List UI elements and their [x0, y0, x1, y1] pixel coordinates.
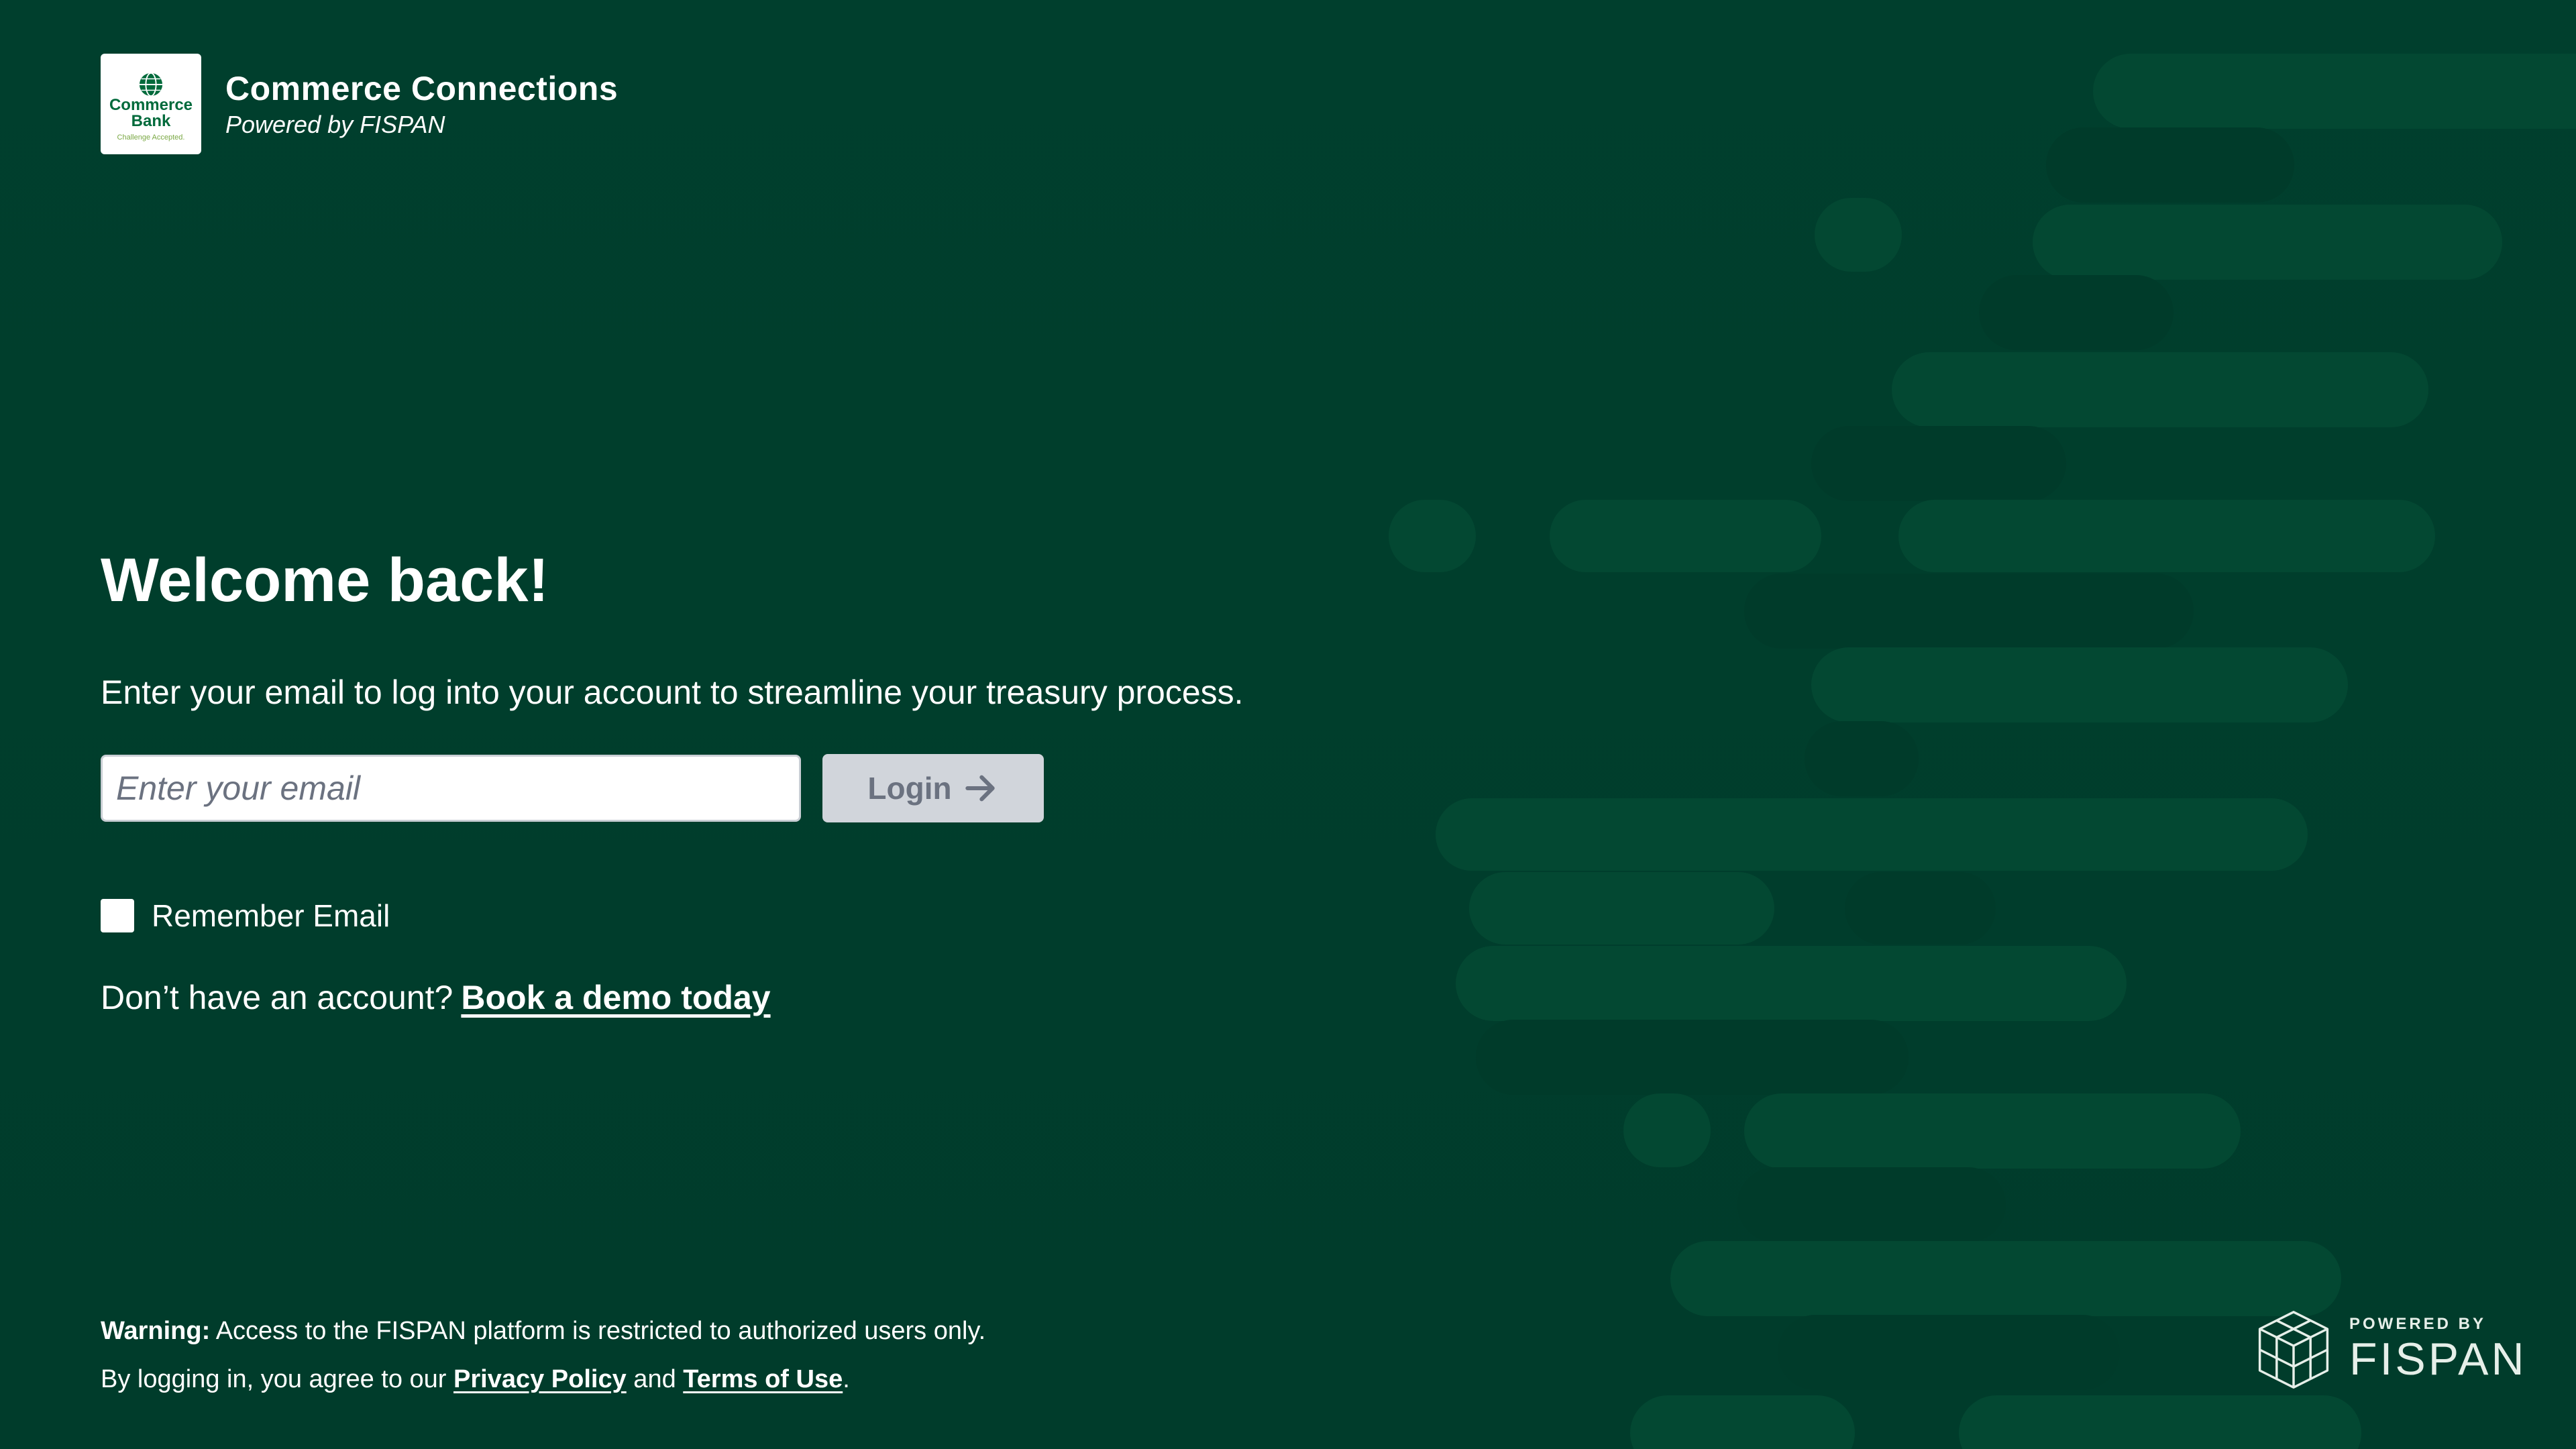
terms-of-use-link[interactable]: Terms of Use [683, 1365, 843, 1393]
login-form: Welcome back! Enter your email to log in… [101, 537, 1375, 1017]
app-subtitle: Powered by FISPAN [225, 111, 445, 138]
app-title: Commerce Connections [225, 70, 619, 107]
login-button[interactable]: Login [822, 754, 1044, 822]
warning-label: Warning: [101, 1317, 211, 1345]
powered-text: POWERED BY FISPAN [2349, 1315, 2527, 1385]
warning-text: Access to the FISPAN platform is restric… [210, 1317, 986, 1345]
terms-notice: By logging in, you agree to our Privacy … [101, 1355, 985, 1403]
commerce-bank-globe-icon [139, 72, 163, 97]
remember-email-row: Remember Email [101, 898, 1375, 934]
login-page: Commerce Bank Challenge Accepted. Commer… [0, 0, 2576, 1449]
privacy-policy-link[interactable]: Privacy Policy [453, 1365, 627, 1393]
page-title: Welcome back! [101, 546, 549, 614]
no-account-text: Don’t have an account? [101, 979, 453, 1016]
powered-by-fispan: POWERED BY FISPAN [2254, 1308, 2527, 1391]
logo-tagline: Challenge Accepted. [117, 133, 185, 142]
and-text: and [626, 1365, 684, 1393]
logo-text-commerce: Commerce [109, 96, 193, 114]
header: Commerce Bank Challenge Accepted. Commer… [101, 54, 618, 154]
brand-text: Commerce Connections Powered by FISPAN [225, 68, 618, 140]
powered-by-label: POWERED BY [2349, 1315, 2487, 1333]
terms-period: . [843, 1365, 850, 1393]
commerce-bank-logo[interactable]: Commerce Bank Challenge Accepted. [101, 54, 201, 154]
remember-email-label[interactable]: Remember Email [152, 898, 390, 934]
fispan-wordmark: FISPAN [2349, 1334, 2527, 1385]
footer: Warning: Access to the FISPAN platform i… [101, 1307, 985, 1403]
signup-prompt: Don’t have an account? Book a demo today [101, 978, 1375, 1017]
email-input[interactable] [101, 755, 801, 822]
remember-email-checkbox[interactable] [101, 899, 134, 932]
book-demo-link[interactable]: Book a demo today [461, 979, 770, 1016]
fispan-cube-icon [2258, 1311, 2329, 1389]
arrow-right-icon [965, 775, 995, 802]
page-description: Enter your email to log into your accoun… [101, 674, 1244, 711]
login-button-label: Login [867, 771, 952, 806]
warning-notice: Warning: Access to the FISPAN platform i… [101, 1307, 985, 1355]
agree-prefix: By logging in, you agree to our [101, 1365, 454, 1393]
logo-text-bank: Bank [131, 112, 171, 130]
email-login-row: Login [101, 754, 1375, 822]
